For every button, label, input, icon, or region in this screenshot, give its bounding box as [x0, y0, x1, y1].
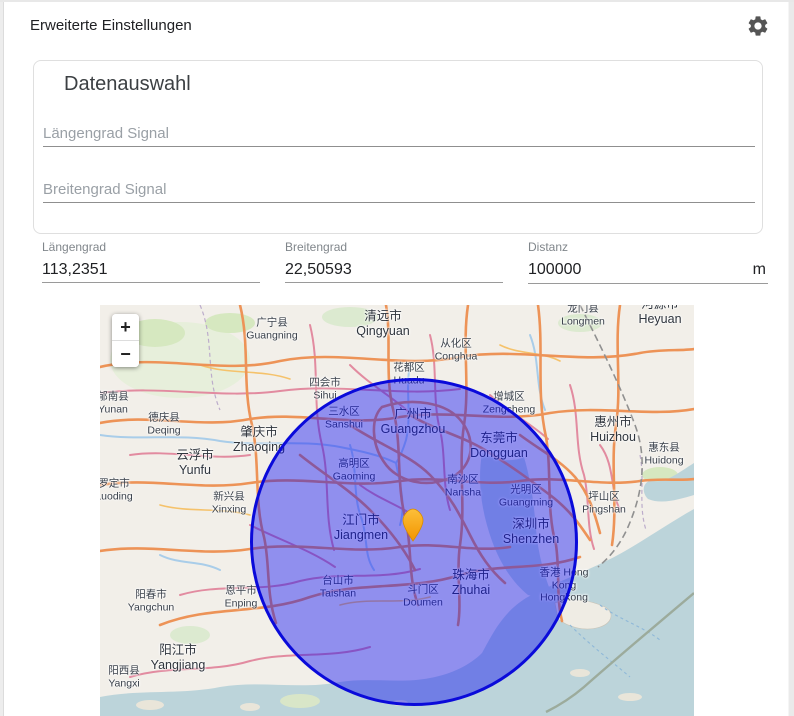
- distance-unit: m: [753, 261, 766, 279]
- location-marker[interactable]: [401, 508, 425, 542]
- distance-field: Distanz m: [528, 240, 768, 284]
- map-place-label: 阳春市Yangchun: [128, 589, 175, 614]
- latitude-field: Breitengrad: [285, 240, 503, 283]
- page-right-edge: [788, 2, 794, 716]
- settings-button[interactable]: [744, 13, 772, 41]
- map-place-label: 德庆县Deqing: [147, 412, 180, 437]
- gear-icon: [746, 26, 770, 41]
- map-place-label: 清远市Qingyuan: [356, 309, 410, 339]
- map-place-label: 龙门县Longmen: [561, 305, 605, 328]
- map-place-label: 坪山区Pingshan: [582, 491, 626, 516]
- map-place-label: 广宁县Guangning: [246, 317, 297, 342]
- advanced-settings-panel: Erweiterte Einstellungen Datenauswahl Lä…: [0, 0, 794, 716]
- map-place-label: 恩平市Enping: [225, 585, 258, 610]
- page-title: Erweiterte Einstellungen: [30, 17, 192, 34]
- map-place-label: 阳江市Yangjiang: [151, 643, 206, 673]
- card-title: Datenauswahl: [64, 73, 191, 96]
- longitude-label: Längengrad: [42, 240, 260, 254]
- page-left-edge: [0, 2, 4, 716]
- longitude-field: Längengrad: [42, 240, 260, 283]
- map-place-label: 惠州市Huizhou: [590, 415, 636, 445]
- distance-input[interactable]: [528, 257, 728, 283]
- map-place-label: 云浮市Yunfu: [176, 448, 214, 478]
- data-selection-card: Datenauswahl: [33, 60, 763, 234]
- longitude-input[interactable]: [42, 257, 260, 283]
- latitude-label: Breitengrad: [285, 240, 503, 254]
- longitude-signal-input[interactable]: [43, 121, 755, 147]
- map-place-label: 罗定市Luoding: [100, 478, 133, 503]
- map-zoom-control: + −: [112, 314, 139, 367]
- map-place-label: 河源市Heyuan: [638, 305, 681, 327]
- map-place-label: 阳西县Yangxi: [108, 665, 140, 690]
- map-place-label: 郁南县Yunan: [100, 391, 129, 416]
- map-place-label: 从化区Conghua: [435, 338, 478, 363]
- zoom-in-button[interactable]: +: [112, 314, 139, 340]
- latitude-signal-input[interactable]: [43, 177, 755, 203]
- zoom-out-button[interactable]: −: [112, 341, 139, 367]
- map[interactable]: 广宁县Guangning 清远市Qingyuan 龙门县Longmen 河源市Heyu…: [100, 305, 694, 716]
- map-place-label: 惠东县Huidong: [644, 442, 683, 467]
- latitude-input[interactable]: [285, 257, 503, 283]
- map-place-label: 新兴县Xinxing: [212, 491, 246, 516]
- distance-label: Distanz: [528, 240, 768, 254]
